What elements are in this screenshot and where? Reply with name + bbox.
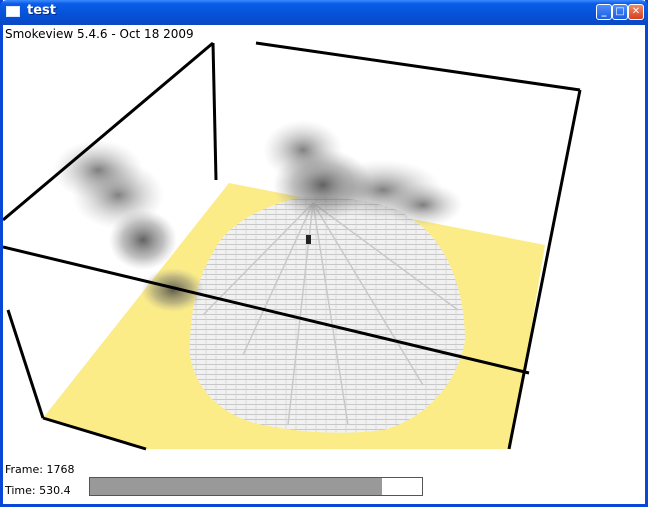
app-icon xyxy=(6,6,20,17)
frame-label: Frame: 1768 xyxy=(5,463,75,476)
scene-3d-view xyxy=(3,41,582,451)
burner-marker xyxy=(306,235,311,244)
version-label: Smokeview 5.4.6 - Oct 18 2009 xyxy=(5,27,194,41)
time-progress-fill xyxy=(90,478,383,495)
maximize-button[interactable]: □ xyxy=(612,4,628,20)
minimize-button[interactable]: _ xyxy=(596,4,612,20)
time-progress-bar[interactable] xyxy=(89,477,423,496)
title-bar[interactable]: test _ □ ✕ xyxy=(0,0,648,25)
time-label: Time: 530.4 xyxy=(5,484,71,497)
scene-canvas[interactable]: Smokeview 5.4.6 - Oct 18 2009 Frame: 176… xyxy=(3,25,645,504)
fire-plume xyxy=(189,196,465,433)
smokeview-window: test _ □ ✕ Smokeview 5.4.6 - Oct 18 2009… xyxy=(0,0,648,507)
close-button[interactable]: ✕ xyxy=(628,4,644,20)
window-title: test xyxy=(27,3,56,18)
